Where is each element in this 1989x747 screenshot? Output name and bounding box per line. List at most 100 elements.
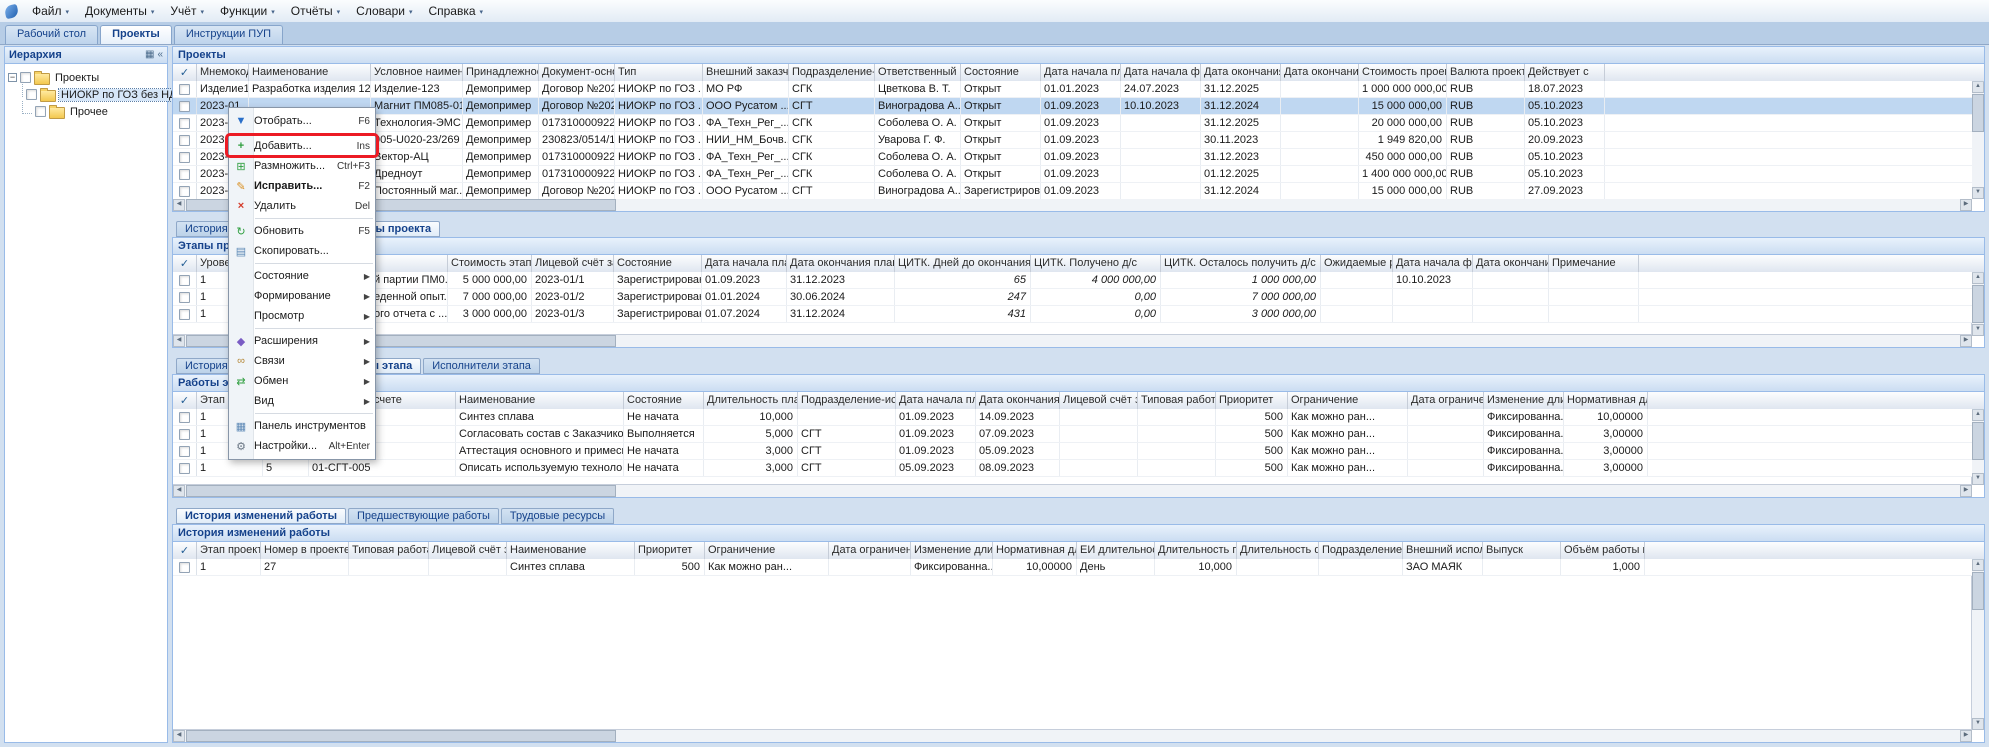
menu-item-refresh[interactable]: ↻ОбновитьF5 <box>229 221 375 241</box>
column-header[interactable]: Примечание <box>1549 255 1639 272</box>
column-header[interactable]: Нормативная длит <box>1564 392 1648 409</box>
scroll-down-icon[interactable]: ▼ <box>1972 473 1984 485</box>
column-header[interactable]: Лицевой счёт затр <box>1060 392 1138 409</box>
row-checkbox[interactable] <box>179 135 190 146</box>
horizontal-scrollbar[interactable]: ◀ ▶ <box>173 198 1972 211</box>
row-select-cell[interactable] <box>173 289 197 305</box>
row-checkbox[interactable] <box>179 84 190 95</box>
table-row[interactable]: 2023-03905-U020-23/269Демопример230823/0… <box>173 132 1972 149</box>
select-all-header[interactable]: ✓ <box>173 392 197 409</box>
menu-item-filter[interactable]: ▼Отобрать...F6 <box>229 111 375 131</box>
tree-node-prochee[interactable]: Прочее <box>22 103 164 120</box>
select-all-header[interactable]: ✓ <box>173 255 197 272</box>
row-checkbox[interactable] <box>179 169 190 180</box>
scroll-up-icon[interactable]: ▲ <box>1972 409 1984 421</box>
column-header[interactable]: Дата окончания ф <box>1473 255 1549 272</box>
scroll-right-icon[interactable]: ▶ <box>1960 335 1972 347</box>
column-header[interactable]: Номер в проекте <box>261 542 349 559</box>
column-header[interactable]: Условное наименован. <box>371 64 463 81</box>
menu-item-add[interactable]: +Добавить...Ins <box>229 136 375 156</box>
column-header[interactable]: Дата начала факт <box>1393 255 1473 272</box>
tree-checkbox[interactable] <box>20 72 31 83</box>
menubar-item-accounting[interactable]: Учёт▾ <box>162 1 212 21</box>
row-select-cell[interactable] <box>173 559 197 575</box>
menubar-item-dictionaries[interactable]: Словари▾ <box>348 1 420 21</box>
scroll-up-icon[interactable]: ▲ <box>1972 272 1984 284</box>
table-row[interactable]: 1еденной опыт...7 000 000,002023-01/2Зар… <box>173 289 1972 306</box>
tab-work-change-history[interactable]: История изменений работы <box>176 508 346 524</box>
row-checkbox[interactable] <box>179 101 190 112</box>
horizontal-scrollbar[interactable]: ◀ ▶ <box>173 729 1972 742</box>
scroll-right-icon[interactable]: ▶ <box>1960 485 1972 497</box>
row-select-cell[interactable] <box>173 166 197 182</box>
column-header[interactable]: Этап проекта <box>197 542 261 559</box>
scrollbar-thumb[interactable] <box>1972 285 1984 323</box>
column-header[interactable]: Валюта проекта <box>1447 64 1525 81</box>
menu-item-delete[interactable]: ×УдалитьDel <box>229 196 375 216</box>
menu-item-edit[interactable]: ✎Исправить...F2 <box>229 176 375 196</box>
column-header[interactable]: Дата ограничения <box>1408 392 1484 409</box>
column-header[interactable]: Изменение длител <box>911 542 993 559</box>
table-row[interactable]: 2023-01Магнит ПМ085-01ДемопримерДоговор … <box>173 98 1972 115</box>
row-checkbox[interactable] <box>179 309 190 320</box>
column-header[interactable]: Дата начала план <box>702 255 787 272</box>
table-row[interactable]: 2023-02Технология-ЭМСДемопример017310000… <box>173 115 1972 132</box>
column-header[interactable]: Наименование <box>456 392 624 409</box>
tab-projects[interactable]: Проекты <box>100 25 172 44</box>
column-header[interactable]: Подразделение-от <box>789 64 875 81</box>
column-header[interactable]: Длительность фак <box>1237 542 1319 559</box>
table-row[interactable]: 1й партии ПМ0...5 000 000,002023-01/1Зар… <box>173 272 1972 289</box>
scrollbar-thumb[interactable] <box>1972 422 1984 460</box>
horizontal-scrollbar[interactable]: ◀ ▶ <box>173 334 1972 347</box>
vertical-scrollbar[interactable]: ▲ ▼ <box>1971 409 1984 485</box>
table-row[interactable]: 2023-01...Постоянный маг...ДемопримерДог… <box>173 183 1972 199</box>
column-header[interactable]: ЦИТК. Осталось получить д/с <box>1161 255 1321 272</box>
row-select-cell[interactable] <box>173 426 197 442</box>
column-header[interactable]: Ответственный <box>875 64 961 81</box>
menu-item-state[interactable]: Состояние▶ <box>229 266 375 286</box>
row-checkbox[interactable] <box>179 429 190 440</box>
column-header[interactable]: Принадлежность <box>463 64 539 81</box>
table-row[interactable]: 1501-СГТ-005Описать используемую техноло… <box>173 460 1972 477</box>
column-header[interactable]: Объём работы пл <box>1561 542 1645 559</box>
column-header[interactable]: Подразделение-ис <box>1319 542 1403 559</box>
column-header[interactable]: Наименование <box>507 542 635 559</box>
menu-item-exchange[interactable]: ⇄Обмен▶ <box>229 371 375 391</box>
vertical-scrollbar[interactable]: ▲ ▼ <box>1971 272 1984 335</box>
table-row[interactable]: 101-СГТ-001Согласовать состав с Заказчик… <box>173 426 1972 443</box>
scroll-up-icon[interactable]: ▲ <box>1972 559 1984 571</box>
column-header[interactable]: Состояние <box>624 392 704 409</box>
vertical-scrollbar[interactable]: ▲ ▼ <box>1971 559 1984 730</box>
panel-grid-icon[interactable]: ▦ <box>145 49 154 63</box>
column-header[interactable]: Дата начала план. <box>1041 64 1121 81</box>
row-checkbox[interactable] <box>179 562 190 573</box>
column-header[interactable]: Нормативная длит <box>993 542 1077 559</box>
column-header[interactable]: Приоритет <box>635 542 705 559</box>
table-row[interactable]: 1ого отчета с ...3 000 000,002023-01/3За… <box>173 306 1972 323</box>
menubar-item-functions[interactable]: Функции▾ <box>212 1 283 21</box>
scroll-right-icon[interactable]: ▶ <box>1960 199 1972 211</box>
row-select-cell[interactable] <box>173 306 197 322</box>
table-row[interactable]: Изделие123Разработка изделия 123Изделие-… <box>173 81 1972 98</box>
column-header[interactable]: Дата окончания ф <box>1281 64 1359 81</box>
select-all-header[interactable]: ✓ <box>173 542 197 559</box>
column-header[interactable]: Внешний заказчик <box>703 64 789 81</box>
column-header[interactable]: Состояние <box>614 255 702 272</box>
table-row[interactable]: 127Синтез сплава500Как можно ран...Фикси… <box>173 559 1972 576</box>
column-header[interactable]: Стоимость проект <box>1359 64 1447 81</box>
row-select-cell[interactable] <box>173 443 197 459</box>
row-select-cell[interactable] <box>173 460 197 476</box>
tab-pup-instructions[interactable]: Инструкции ПУП <box>174 25 283 44</box>
row-checkbox[interactable] <box>179 275 190 286</box>
scroll-right-icon[interactable]: ▶ <box>1960 730 1972 742</box>
column-header[interactable]: ЦИТК. Получено д/с <box>1031 255 1161 272</box>
menu-item-formation[interactable]: Формирование▶ <box>229 286 375 306</box>
column-header[interactable]: Типовая работа <box>1138 392 1216 409</box>
column-header[interactable]: Подразделение-исполнитель <box>798 392 896 409</box>
row-select-cell[interactable] <box>173 272 197 288</box>
scroll-up-icon[interactable]: ▲ <box>1972 81 1984 93</box>
row-checkbox[interactable] <box>179 152 190 163</box>
scrollbar-thumb[interactable] <box>186 485 616 497</box>
menubar-item-documents[interactable]: Документы▾ <box>77 1 162 21</box>
tab-stage-executors[interactable]: Исполнители этапа <box>423 358 540 374</box>
